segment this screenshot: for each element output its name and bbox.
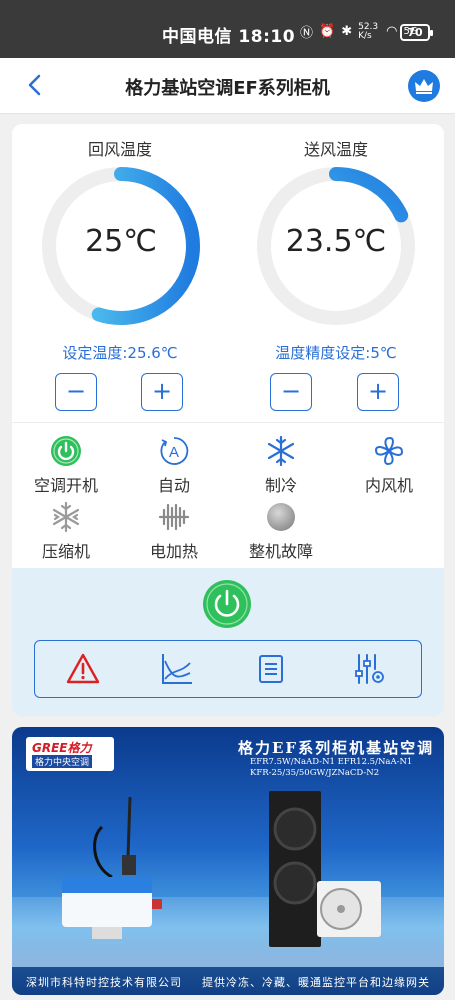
status-label: 整机故障 [248, 542, 313, 561]
status-label: 压缩机 [41, 542, 90, 561]
alarm-warning-icon[interactable] [65, 651, 101, 687]
status-label: 内风机 [364, 476, 413, 495]
status-cooling: 制冷 [231, 434, 331, 496]
fan-icon [374, 436, 404, 466]
gateway-device-image [62, 796, 162, 939]
status-indoor-fan: 内风机 [339, 434, 439, 496]
supply-air-value: 23.5℃ [285, 224, 387, 259]
return-air-value: 25℃ [85, 224, 157, 259]
alarm-icon: ⏰ [319, 24, 336, 39]
set-temp-plus-button[interactable]: + [141, 373, 183, 411]
status-auto: A 自动 [124, 434, 224, 496]
tool-bar [34, 640, 422, 698]
divider [12, 422, 444, 423]
precision-plus-button[interactable]: + [357, 373, 399, 411]
compressor-snowflake-icon [52, 501, 80, 533]
banner-title: 格力EF系列柜机基站空调 [238, 739, 435, 757]
status-label: 自动 [157, 476, 190, 495]
precision-minus-button[interactable]: − [270, 373, 312, 411]
fault-indicator-icon [267, 503, 295, 531]
status-time: 18:10 [238, 27, 296, 47]
set-temperature-label: 设定温度:25.6℃ [62, 344, 178, 362]
heater-icon [158, 503, 190, 531]
banner-company: 深圳市科特时控技术有限公司 [26, 976, 182, 989]
control-card: 回风温度 25℃ 送风温度 23.5℃ 设定温度:25.6℃ 温度精度设定:5℃… [12, 124, 444, 716]
list-log-icon[interactable] [253, 651, 289, 687]
status-label: 空调开机 [33, 476, 98, 495]
status-carrier-time: 中国电信 18:10 [162, 27, 296, 47]
status-compressor: 压缩机 [16, 500, 116, 562]
status-label: 电加热 [149, 542, 198, 561]
battery-icon: 70 [400, 24, 433, 41]
ac-cabinet-image [269, 791, 381, 947]
supply-air-label: 送风温度 [303, 140, 368, 159]
wifi-icon: ◠ [386, 24, 398, 39]
nav-bar: 格力基站空调EF系列柜机 [0, 58, 455, 114]
nfc-icon: Ⓝ [300, 26, 314, 41]
return-air-label: 回风温度 [87, 140, 152, 159]
auto-mode-icon: A [160, 437, 189, 465]
status-unit-fault: 整机故障 [231, 500, 331, 562]
svg-text:A: A [169, 444, 179, 461]
gree-logo: GREE格力 格力中央空调 [26, 737, 114, 771]
banner-footer: 深圳市科特时控技术有限公司 提供冷冻、冷藏、暖通监控平台和边缘网关 [12, 967, 444, 995]
power-button[interactable] [202, 579, 252, 629]
net-speed: 52.3 K/s [358, 21, 379, 41]
snowflake-icon [267, 435, 295, 467]
trend-chart-icon[interactable] [159, 651, 195, 687]
settings-sliders-icon[interactable] [351, 651, 387, 687]
crown-icon[interactable] [408, 70, 440, 102]
banner-tagline: 提供冷冻、冷藏、暖通监控平台和边缘网关 [202, 976, 430, 989]
status-label: 制冷 [264, 476, 297, 495]
bluetooth-icon: ✱ [341, 24, 353, 39]
status-bar: 中国电信 18:10 Ⓝ ⏰ ✱ 52.3 K/s ◠ 5G 70 [0, 0, 455, 58]
status-electric-heater: 电加热 [124, 500, 224, 562]
set-temp-minus-button[interactable]: − [55, 373, 97, 411]
page-title: 格力基站空调EF系列柜机 [125, 78, 330, 99]
power-on-icon [51, 436, 81, 466]
status-ac-power: 空调开机 [16, 434, 116, 496]
banner-models: EFR7.5W/NaAD-N1 EFR12.5/NaA-N1 KFR-25/35… [250, 757, 413, 778]
product-banner[interactable]: GREE格力 格力中央空调 格力EF系列柜机基站空调 EFR7.5W/NaAD-… [12, 727, 444, 995]
precision-setting-label: 温度精度设定:5℃ [275, 344, 397, 362]
